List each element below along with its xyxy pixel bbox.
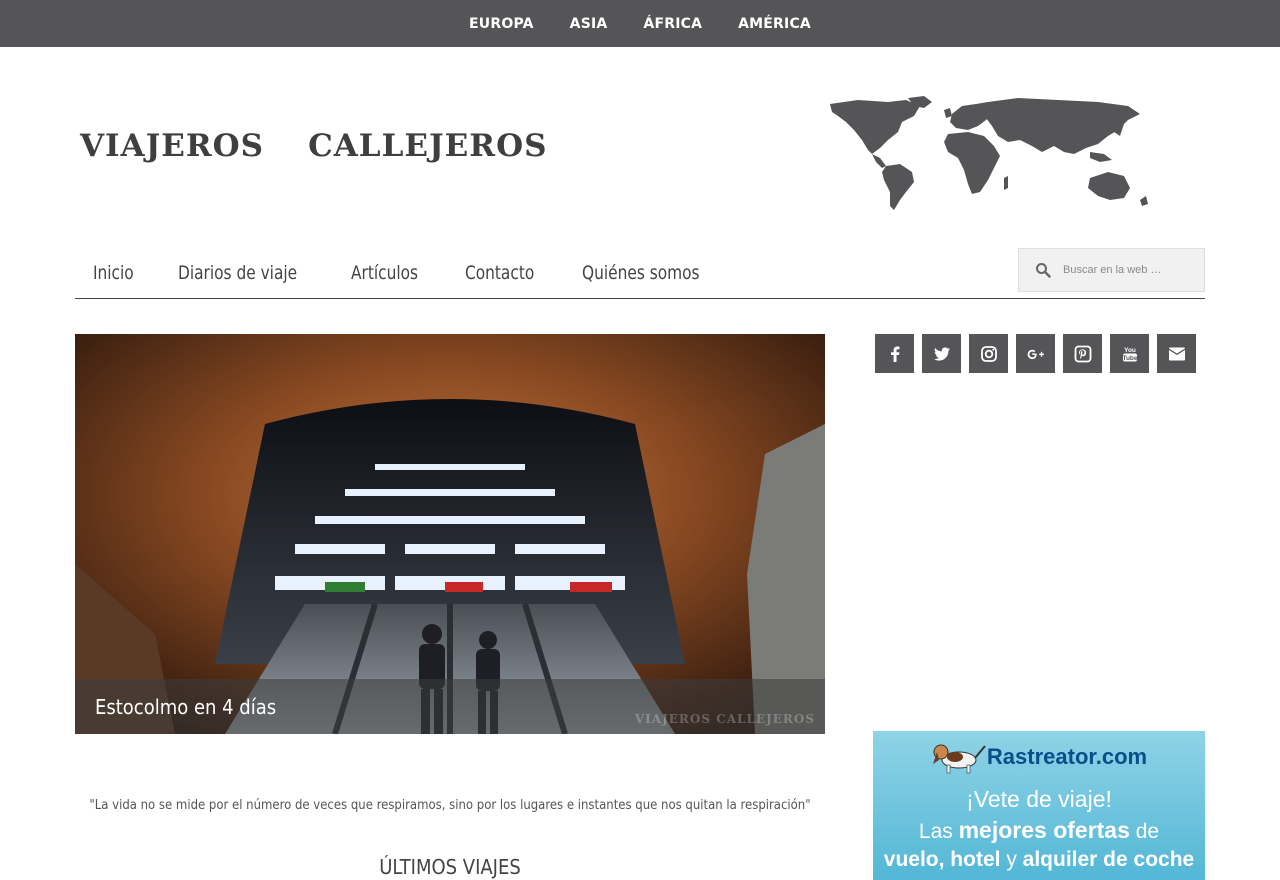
svg-text:You: You (1124, 347, 1136, 354)
site-quote: "La vida no se mide por el número de vec… (89, 798, 811, 813)
ad-line-2-post: de (1135, 820, 1160, 843)
topnav-africa[interactable]: ÁFRICA (625, 16, 720, 32)
hero-watermark: VIAJEROS CALLEJEROS (634, 712, 815, 726)
ad-line-3-b: y (1006, 848, 1017, 871)
topnav-europa[interactable]: EUROPA (451, 16, 552, 32)
ad-line-3: vuelo, hotel y alquiler de coche (873, 848, 1205, 872)
topnav-america[interactable]: AMÉRICA (720, 16, 829, 32)
logo-right-word: CALLEJEROS (308, 128, 548, 164)
email-icon[interactable] (1157, 334, 1196, 373)
hero-image (75, 334, 825, 734)
ad-line-1: ¡Vete de viaje! (966, 786, 1112, 812)
nav-diarios-de-viaje[interactable]: Diarios de viaje (160, 262, 315, 284)
search-box[interactable] (1018, 248, 1205, 292)
section-title-ultimos-viajes: ÚLTIMOS VIAJES (379, 855, 521, 879)
logo-left-word: VIAJEROS (80, 128, 265, 164)
main-nav: Inicio Diarios de viaje Artículos Contac… (75, 248, 1205, 299)
hero-slider[interactable]: Estocolmo en 4 días VIAJEROS CALLEJEROS (75, 334, 825, 734)
facebook-icon[interactable] (875, 334, 914, 373)
site-logo[interactable]: VIAJEROS CALLEJEROS (80, 108, 546, 184)
ad-line-3-c: alquiler de coche (1022, 848, 1195, 871)
hero-caption-text[interactable]: Estocolmo en 4 días (95, 695, 276, 719)
social-icons: You Tube (875, 334, 1196, 373)
nav-articulos[interactable]: Artículos (333, 262, 436, 284)
nav-inicio[interactable]: Inicio (75, 262, 152, 284)
twitter-icon[interactable] (922, 334, 961, 373)
google-plus-icon[interactable] (1016, 334, 1055, 373)
youtube-icon[interactable]: You Tube (1110, 334, 1149, 373)
svg-text:Tube: Tube (1122, 355, 1137, 362)
ad-line-3-a: vuelo, hotel (883, 848, 1001, 871)
search-icon[interactable] (1035, 262, 1051, 278)
ad-line-2-bold: mejores ofertas (958, 817, 1130, 843)
main-nav-items: Inicio Diarios de viaje Artículos Contac… (75, 248, 735, 298)
search-input[interactable] (1063, 264, 1193, 276)
ad-brand-name: Rastreator.com (986, 744, 1148, 769)
ad-line-2-pre: Las (918, 820, 953, 843)
pinterest-icon[interactable] (1063, 334, 1102, 373)
topnav-asia[interactable]: ASIA (552, 16, 626, 32)
nav-quienes-somos[interactable]: Quiénes somos (564, 262, 718, 284)
ad-line-2: Las mejores ofertas de (873, 817, 1205, 844)
world-map-image (830, 96, 1148, 210)
nav-contacto[interactable]: Contacto (447, 262, 552, 284)
instagram-icon[interactable] (969, 334, 1008, 373)
ad-banner-rastreator[interactable]: Rastreator.com ¡Vete de viaje! Las mejor… (873, 731, 1205, 880)
top-region-nav: EUROPA ASIA ÁFRICA AMÉRICA (0, 0, 1280, 47)
ad-brand: Rastreator.com (873, 739, 1205, 775)
dog-mascot-icon (932, 744, 986, 774)
